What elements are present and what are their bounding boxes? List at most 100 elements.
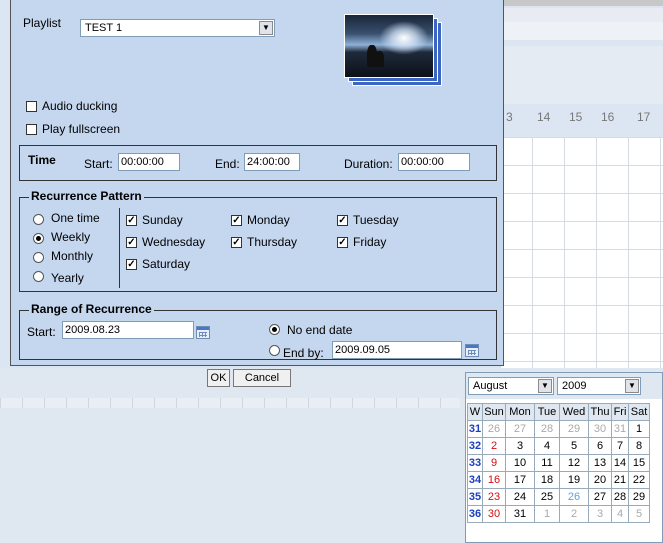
calendar-week-number[interactable]: 33	[467, 454, 483, 472]
scheduler-grid[interactable]	[500, 137, 663, 370]
calendar-day[interactable]: 1	[628, 420, 650, 438]
hour-label: 3	[506, 110, 513, 124]
calendar-day[interactable]: 23	[482, 488, 506, 506]
year-select[interactable]: 2009 ▼	[557, 377, 641, 395]
hour-label: 17	[637, 110, 651, 124]
calendar-day[interactable]: 18	[534, 471, 560, 489]
calendar-grid: W Sun Mon Tue Wed Thu Fri Sat 31 26 27 28 29 30 31 1 32 2…	[467, 403, 650, 523]
calendar-week-number[interactable]: 35	[467, 488, 483, 506]
calendar-day[interactable]: 10	[505, 454, 535, 472]
calendar-week-number[interactable]: 31	[467, 420, 483, 438]
cancel-button[interactable]: Cancel	[233, 369, 291, 387]
pattern-weekly-label: Weekly	[51, 230, 91, 244]
calendar-day[interactable]: 21	[611, 471, 629, 489]
chevron-down-icon[interactable]: ▼	[625, 379, 639, 393]
pattern-one-time-radio[interactable]	[33, 214, 44, 225]
playlist-select[interactable]: TEST 1 ▼	[80, 19, 275, 37]
time-end-input[interactable]: 24:00:00	[244, 153, 300, 171]
chevron-down-icon[interactable]: ▼	[259, 21, 273, 35]
calendar-icon[interactable]	[465, 344, 479, 357]
scheduler-band	[500, 22, 663, 40]
calendar-day[interactable]: 27	[505, 420, 535, 438]
duration-input[interactable]: 00:00:00	[398, 153, 470, 171]
calendar-day[interactable]: 3	[588, 505, 612, 523]
calendar-day[interactable]: 15	[628, 454, 650, 472]
day-monday-label: Monday	[247, 213, 290, 227]
calendar-day[interactable]: 25	[534, 488, 560, 506]
calendar-day[interactable]: 26	[559, 488, 589, 506]
calendar-weekday-header: Mon	[505, 403, 535, 421]
time-start-input[interactable]: 00:00:00	[118, 153, 180, 171]
pattern-monthly-radio[interactable]	[33, 252, 44, 263]
day-friday-label: Friday	[353, 235, 387, 249]
calendar-day[interactable]: 29	[628, 488, 650, 506]
scheduler-header	[500, 46, 663, 104]
calendar-day[interactable]: 4	[534, 437, 560, 455]
calendar-day[interactable]: 28	[534, 420, 560, 438]
calendar-day[interactable]: 30	[588, 420, 612, 438]
pattern-yearly-radio[interactable]	[33, 271, 44, 282]
calendar-week-number[interactable]: 34	[467, 471, 483, 489]
day-monday-checkbox[interactable]: ✓	[231, 215, 242, 226]
calendar-week-number[interactable]: 32	[467, 437, 483, 455]
audio-ducking-checkbox[interactable]	[26, 101, 37, 112]
day-tuesday-label: Tuesday	[353, 213, 399, 227]
calendar-day[interactable]: 14	[611, 454, 629, 472]
calendar-week-number[interactable]: 36	[467, 505, 483, 523]
calendar-day[interactable]: 26	[482, 420, 506, 438]
calendar-day[interactable]: 22	[628, 471, 650, 489]
calendar-icon[interactable]	[196, 326, 210, 339]
playlist-select-value: TEST 1	[85, 22, 123, 34]
end-by-radio[interactable]	[269, 345, 280, 356]
calendar-day[interactable]: 19	[559, 471, 589, 489]
calendar-day[interactable]: 27	[588, 488, 612, 506]
calendar-day[interactable]: 24	[505, 488, 535, 506]
day-saturday-checkbox[interactable]: ✓	[126, 259, 137, 270]
calendar-day[interactable]: 13	[588, 454, 612, 472]
year-select-value: 2009	[562, 380, 587, 392]
calendar-day[interactable]: 9	[482, 454, 506, 472]
calendar-day[interactable]: 1	[534, 505, 560, 523]
no-end-date-radio[interactable]	[269, 324, 280, 335]
calendar-day[interactable]: 11	[534, 454, 560, 472]
pattern-one-time-label: One time	[51, 211, 100, 225]
calendar-day[interactable]: 28	[611, 488, 629, 506]
calendar-day[interactable]: 3	[505, 437, 535, 455]
month-select[interactable]: August ▼	[468, 377, 554, 395]
calendar-day[interactable]: 31	[611, 420, 629, 438]
calendar-day[interactable]: 16	[482, 471, 506, 489]
calendar-day[interactable]: 4	[611, 505, 629, 523]
day-thursday-checkbox[interactable]: ✓	[231, 237, 242, 248]
pattern-weekly-radio[interactable]	[33, 233, 44, 244]
calendar-day[interactable]: 31	[505, 505, 535, 523]
calendar-day[interactable]: 2	[559, 505, 589, 523]
calendar-weekday-header: W	[467, 403, 483, 421]
scheduler-bottom-strip	[0, 398, 460, 408]
day-friday-checkbox[interactable]: ✓	[337, 237, 348, 248]
calendar-day[interactable]: 2	[482, 437, 506, 455]
calendar-day[interactable]: 29	[559, 420, 589, 438]
calendar-day[interactable]: 30	[482, 505, 506, 523]
calendar-day[interactable]: 6	[588, 437, 612, 455]
calendar-day[interactable]: 5	[628, 505, 650, 523]
day-thursday-label: Thursday	[247, 235, 298, 249]
end-by-input[interactable]: 2009.09.05	[332, 341, 462, 359]
day-tuesday-checkbox[interactable]: ✓	[337, 215, 348, 226]
ok-button[interactable]: OK	[207, 369, 230, 387]
calendar-day[interactable]: 5	[559, 437, 589, 455]
play-fullscreen-checkbox[interactable]	[26, 124, 37, 135]
day-wednesday-checkbox[interactable]: ✓	[126, 237, 137, 248]
playlist-thumbnail	[344, 14, 434, 78]
calendar-day[interactable]: 12	[559, 454, 589, 472]
calendar-weekday-header: Thu	[588, 403, 612, 421]
chevron-down-icon[interactable]: ▼	[538, 379, 552, 393]
day-sunday-checkbox[interactable]: ✓	[126, 215, 137, 226]
calendar-day[interactable]: 17	[505, 471, 535, 489]
calendar-day[interactable]: 8	[628, 437, 650, 455]
scheduler-hour-labels: 3 14 15 16 17	[506, 110, 663, 126]
time-start-label: Start:	[84, 157, 113, 171]
range-start-input[interactable]: 2009.08.23	[62, 321, 194, 339]
calendar-day[interactable]: 20	[588, 471, 612, 489]
calendar-day[interactable]: 7	[611, 437, 629, 455]
calendar-week-row: 32 2 3 4 5 6 7 8	[467, 437, 650, 455]
